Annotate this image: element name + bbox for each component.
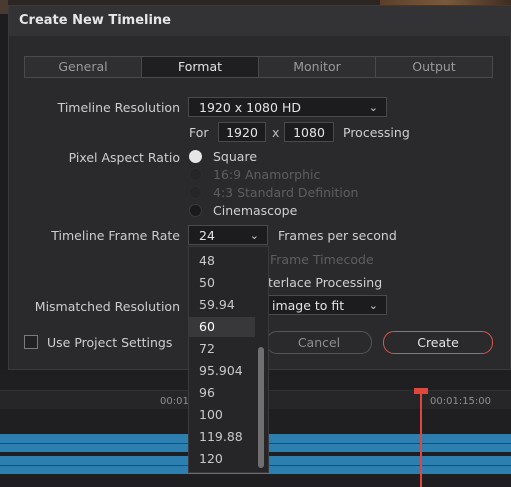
timeline-frame-rate-label: Timeline Frame Rate: [51, 228, 180, 243]
interlace-processing-label: terlace Processing: [268, 275, 383, 290]
playhead-handle[interactable]: [414, 388, 428, 394]
resolution-width-input[interactable]: 1920: [218, 122, 266, 142]
tab-monitor[interactable]: Monitor: [259, 57, 376, 77]
frame-rate-option[interactable]: 59.94: [199, 297, 235, 312]
cinemascope-label: Cinemascope: [213, 203, 298, 218]
tab-format[interactable]: Format: [142, 57, 259, 77]
times-label: x: [272, 125, 280, 140]
frame-rate-select[interactable]: 24 ⌄: [188, 225, 268, 245]
frame-rate-option-selected[interactable]: 60: [199, 319, 215, 334]
timecode-label: 00:01: [160, 396, 189, 407]
frame-rate-option[interactable]: 72: [199, 341, 215, 356]
pixel-aspect-ratio-label: Pixel Aspect Ratio: [68, 150, 180, 165]
timeline-resolution-select[interactable]: 1920 x 1080 HD ⌄: [188, 97, 387, 117]
radio-cinemascope[interactable]: [189, 204, 202, 217]
playhead[interactable]: [420, 393, 422, 487]
frame-rate-option[interactable]: 96: [199, 385, 215, 400]
frames-per-second-label: Frames per second: [278, 228, 397, 243]
frame-rate-option[interactable]: 95.904: [199, 363, 243, 378]
frame-rate-option[interactable]: 120: [199, 451, 223, 466]
create-button[interactable]: Create: [383, 331, 493, 354]
square-label: Square: [213, 149, 258, 164]
mismatched-resolution-value: image to fit: [272, 298, 345, 313]
drop-frame-timecode-label: Frame Timecode: [270, 252, 374, 267]
timecode-label: 00:01:15:00: [430, 396, 492, 407]
frame-rate-value: 24: [199, 228, 215, 243]
mismatched-resolution-select[interactable]: image to fit ⌄: [268, 295, 387, 315]
mismatched-resolution-label: Mismatched Resolution: [34, 299, 180, 314]
frame-rate-option[interactable]: 119.88: [199, 429, 243, 444]
radio-standard-definition: [189, 186, 202, 199]
tab-bar: General Format Monitor Output: [24, 56, 493, 78]
use-project-settings-checkbox[interactable]: [24, 335, 38, 349]
resolution-height-input[interactable]: 1080: [284, 122, 334, 142]
frame-rate-option[interactable]: 48: [199, 253, 215, 268]
chevron-down-icon: ⌄: [368, 101, 378, 114]
use-project-settings-label: Use Project Settings: [47, 335, 173, 350]
tab-general[interactable]: General: [25, 57, 142, 77]
background-thumbnail: [0, 0, 8, 14]
radio-square[interactable]: [189, 150, 202, 163]
timeline-resolution-label: Timeline Resolution: [57, 100, 180, 115]
dropdown-scrollbar[interactable]: [258, 347, 264, 468]
anamorphic-label: 16:9 Anamorphic: [213, 167, 321, 182]
tab-output[interactable]: Output: [376, 57, 492, 77]
dialog-title: Create New Timeline: [19, 13, 172, 28]
for-label: For: [189, 125, 209, 140]
cancel-button[interactable]: Cancel: [266, 331, 372, 354]
processing-label: Processing: [343, 125, 410, 140]
standard-definition-label: 4:3 Standard Definition: [213, 185, 359, 200]
frame-rate-option[interactable]: 100: [199, 407, 223, 422]
radio-anamorphic: [189, 168, 202, 181]
timeline-resolution-value: 1920 x 1080 HD: [199, 100, 301, 115]
chevron-down-icon: ⌄: [368, 299, 378, 312]
chevron-down-icon: ⌄: [249, 229, 259, 242]
frame-rate-option[interactable]: 50: [199, 275, 215, 290]
